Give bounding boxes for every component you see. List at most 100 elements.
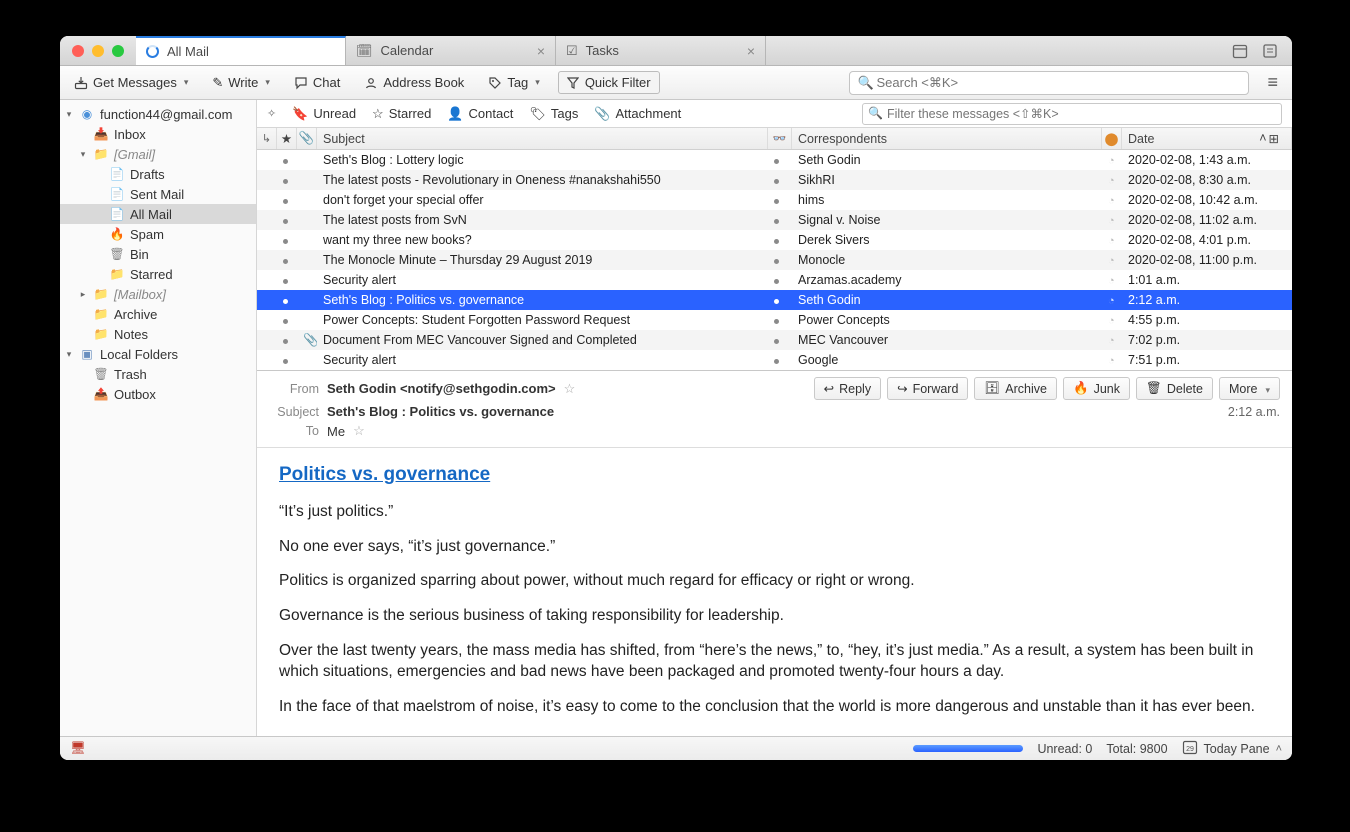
main-toolbar: Get Messages ✎ Write Chat Address Book T… [60, 66, 1292, 100]
sidebar-item[interactable]: 📤 Outbox [60, 384, 256, 404]
search-icon: 🔍 [857, 75, 873, 91]
body-paragraph: No one ever says, “it’s just governance.… [279, 537, 1270, 558]
message-row[interactable]: Security alert Google ◔ 7:51 p.m. [257, 350, 1292, 370]
calendar-day-icon: 29 [1182, 739, 1198, 758]
filter-contact[interactable]: 👤Contact [447, 106, 513, 122]
pin-icon[interactable]: ✧ [267, 107, 276, 120]
filter-search: 🔍 [862, 103, 1282, 125]
message-row[interactable]: Power Concepts: Student Forgotten Passwo… [257, 310, 1292, 330]
clock-icon: ◔ [1108, 295, 1115, 307]
col-attachment[interactable]: 📎 [297, 128, 317, 149]
app-menu-button[interactable]: ≡ [1261, 72, 1284, 93]
message-from: Seth Godin [792, 293, 1102, 307]
global-search-input[interactable] [849, 71, 1249, 95]
folder-icon: 📁 [93, 147, 109, 161]
message-row[interactable]: want my three new books? Derek Sivers ◔ … [257, 230, 1292, 250]
tab-tasks[interactable]: ☑ Tasks × [556, 36, 766, 65]
col-star[interactable]: ★ [277, 128, 297, 149]
sidebar-item[interactable]: 📥 Inbox [60, 124, 256, 144]
sidebar-item[interactable]: 📄 All Mail [60, 204, 256, 224]
message-row[interactable]: Security alert Arzamas.academy ◔ 1:01 a.… [257, 270, 1292, 290]
unread-dot-icon [283, 339, 288, 344]
minimize-window-button[interactable] [92, 45, 104, 57]
col-read[interactable]: 👓 [768, 128, 792, 149]
message-row[interactable]: don't forget your special offer hims ◔ 2… [257, 190, 1292, 210]
archive-button[interactable]: 🗄Archive [974, 377, 1057, 400]
mail-spinner-icon [146, 45, 159, 58]
sidebar-item[interactable]: 📁 Starred [60, 264, 256, 284]
get-messages-button[interactable]: Get Messages [68, 72, 194, 93]
col-subject[interactable]: Subject [317, 128, 768, 149]
zoom-window-button[interactable] [112, 45, 124, 57]
sidebar-item[interactable]: 📁 Archive [60, 304, 256, 324]
message-row[interactable]: Seth's Blog : Lottery logic Seth Godin ◔… [257, 150, 1292, 170]
message-row[interactable]: The Monocle Minute – Thursday 29 August … [257, 250, 1292, 270]
message-row[interactable]: The latest posts - Revolutionary in Onen… [257, 170, 1292, 190]
sidebar-item[interactable]: 🗑 Bin [60, 244, 256, 264]
sidebar-item[interactable]: 📄 Drafts [60, 164, 256, 184]
folder-icon: 📁 [93, 307, 109, 321]
message-date: 2020-02-08, 11:02 a.m. [1122, 213, 1292, 227]
tasks-icon[interactable] [1262, 43, 1278, 59]
tab-label: Tasks [586, 43, 619, 58]
message-date: 2:12 a.m. [1122, 293, 1292, 307]
delete-button[interactable]: 🗑Delete [1136, 377, 1213, 400]
filter-tags[interactable]: 🏷Tags [529, 106, 578, 122]
article-title[interactable]: Politics vs. governance [279, 462, 1270, 488]
unread-dot-icon [283, 239, 288, 244]
column-picker-icon[interactable]: ⊞ [1269, 131, 1279, 146]
close-tab-button[interactable]: × [747, 43, 755, 59]
chat-button[interactable]: Chat [288, 72, 346, 93]
account-row[interactable]: ▾ ◉ function44@gmail.com [60, 104, 256, 124]
trash-icon: 🗑 [93, 367, 109, 381]
subject-value: Seth's Blog : Politics vs. governance [327, 404, 554, 419]
chat-icon [294, 76, 308, 90]
spam-icon: 🔥 [109, 227, 125, 241]
filter-unread[interactable]: 🔖Unread [292, 106, 356, 122]
message-row[interactable]: 📎 Document From MEC Vancouver Signed and… [257, 330, 1292, 350]
tab-mail[interactable]: All Mail [136, 36, 346, 65]
local-folders-row[interactable]: ▾ ▣ Local Folders [60, 344, 256, 364]
clock-icon: ◔ [1108, 195, 1115, 207]
today-pane-toggle[interactable]: 29 Today Pane ˄ [1182, 739, 1282, 758]
star-recipient-button[interactable]: ☆ [353, 423, 365, 439]
col-flag[interactable]: ⬤ [1102, 128, 1122, 149]
address-book-button[interactable]: Address Book [358, 72, 470, 93]
forward-button[interactable]: ↪Forward [887, 377, 968, 400]
sidebar-item[interactable]: 🔥 Spam [60, 224, 256, 244]
close-window-button[interactable] [72, 45, 84, 57]
col-thread[interactable]: ↳ [257, 128, 277, 149]
sidebar-item[interactable]: 📁 Notes [60, 324, 256, 344]
body-paragraph: “It’s just politics.” [279, 502, 1270, 523]
message-row[interactable]: Seth's Blog : Politics vs. governance Se… [257, 290, 1292, 310]
tag-icon [488, 76, 502, 90]
sidebar-item-label: Inbox [114, 127, 146, 142]
message-row[interactable]: The latest posts from SvN Signal v. Nois… [257, 210, 1292, 230]
file-icon: 📄 [109, 207, 125, 221]
read-dot-icon [774, 339, 779, 344]
star-sender-button[interactable]: ☆ [564, 381, 576, 397]
sidebar-item-label: Sent Mail [130, 187, 184, 202]
sidebar-item[interactable]: ▾ 📁 [Gmail] [60, 144, 256, 164]
tag-button[interactable]: Tag [482, 72, 546, 93]
col-correspondents[interactable]: Correspondents [792, 128, 1102, 149]
sidebar-item[interactable]: 🗑 Trash [60, 364, 256, 384]
reply-button[interactable]: ↩Reply [814, 377, 881, 400]
calendar-icon[interactable] [1232, 43, 1248, 59]
sidebar-item[interactable]: 📄 Sent Mail [60, 184, 256, 204]
tab-calendar[interactable]: 🗓 Calendar × [346, 36, 556, 65]
more-button[interactable]: More [1219, 377, 1280, 400]
read-dot-icon [774, 159, 779, 164]
filter-attachment[interactable]: 📎Attachment [594, 106, 681, 122]
filter-starred[interactable]: ☆Starred [372, 106, 431, 122]
activity-icon[interactable]: 🖥 [70, 741, 86, 756]
close-tab-button[interactable]: × [537, 43, 545, 59]
col-date[interactable]: Date˄⊞ [1122, 128, 1292, 149]
sidebar-item[interactable]: ▸ 📁 [Mailbox] [60, 284, 256, 304]
write-button[interactable]: ✎ Write [206, 72, 276, 94]
quick-filter-toggle[interactable]: Quick Filter [558, 71, 660, 94]
filter-search-input[interactable] [862, 103, 1282, 125]
junk-button[interactable]: 🔥Junk [1063, 377, 1130, 400]
tasks-icon: ☑ [566, 43, 578, 59]
globe-icon: ◉ [79, 107, 95, 121]
